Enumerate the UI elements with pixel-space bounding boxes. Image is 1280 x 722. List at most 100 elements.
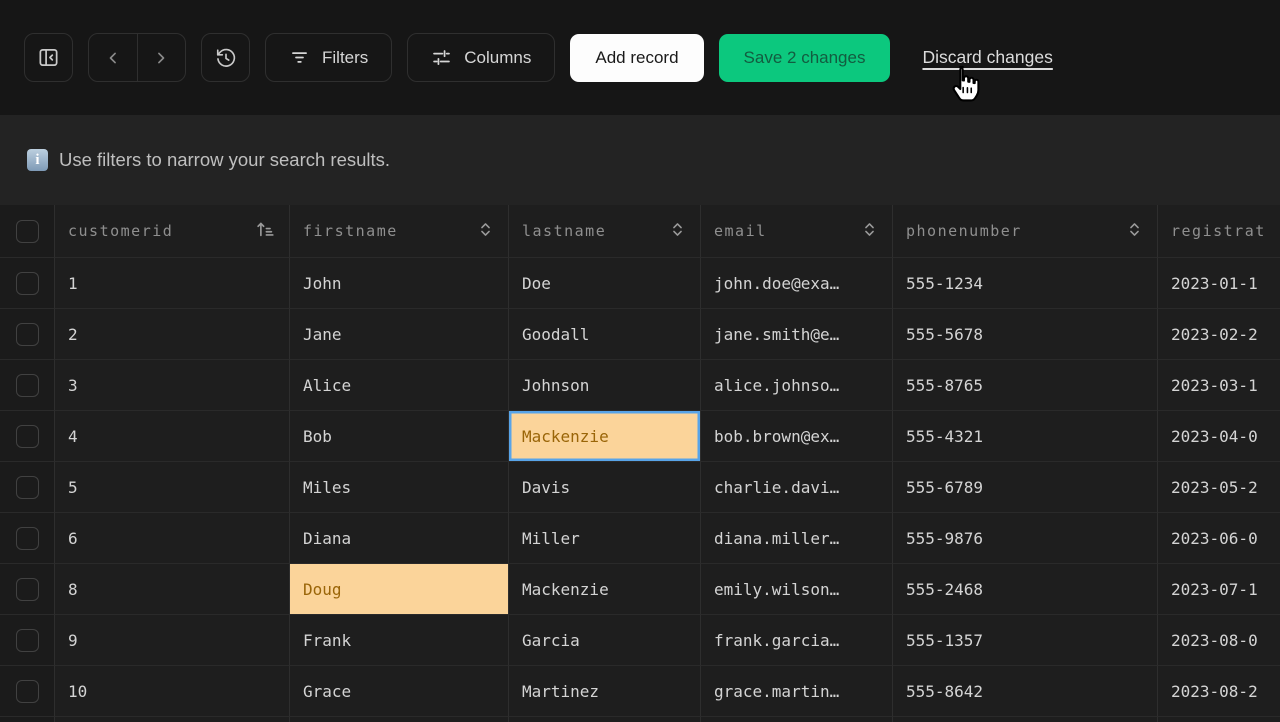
row-9-checkbox-cell bbox=[0, 615, 55, 666]
back-button[interactable] bbox=[89, 34, 138, 81]
cell-email[interactable]: frank.garcia… bbox=[701, 615, 893, 666]
cell-lastname[interactable]: Garcia bbox=[509, 615, 701, 666]
column-header-registrat[interactable]: registrat bbox=[1158, 205, 1280, 258]
cell-lastname[interactable]: Davis bbox=[509, 462, 701, 513]
cell-registrat[interactable]: 2023-05-2 bbox=[1158, 462, 1280, 513]
cell-empty bbox=[55, 717, 290, 722]
row-6-checkbox[interactable] bbox=[16, 527, 39, 550]
query-history-button[interactable] bbox=[201, 33, 250, 82]
cell-customerid[interactable]: 3 bbox=[55, 360, 290, 411]
cell-firstname[interactable]: Alice bbox=[290, 360, 509, 411]
save-changes-button[interactable]: Save 2 changes bbox=[719, 34, 891, 82]
row-3-checkbox[interactable] bbox=[16, 374, 39, 397]
cell-firstname-edited[interactable]: Doug bbox=[290, 564, 509, 615]
add-record-button[interactable]: Add record bbox=[570, 34, 703, 82]
cell-phonenumber[interactable]: 555-1357 bbox=[893, 615, 1158, 666]
row-9-checkbox[interactable] bbox=[16, 629, 39, 652]
cell-phonenumber[interactable]: 555-9876 bbox=[893, 513, 1158, 564]
cell-phonenumber[interactable]: 555-1234 bbox=[893, 258, 1158, 309]
cell-customerid[interactable]: 1 bbox=[55, 258, 290, 309]
cell-customerid[interactable]: 9 bbox=[55, 615, 290, 666]
row-2-checkbox[interactable] bbox=[16, 323, 39, 346]
cell-firstname[interactable]: Bob bbox=[290, 411, 509, 462]
cell-phonenumber[interactable]: 555-4321 bbox=[893, 411, 1158, 462]
row-8-checkbox-cell bbox=[0, 564, 55, 615]
row-5-checkbox[interactable] bbox=[16, 476, 39, 499]
row-10-checkbox[interactable] bbox=[16, 680, 39, 703]
cell-phonenumber[interactable]: 555-6789 bbox=[893, 462, 1158, 513]
cell-firstname[interactable]: Grace bbox=[290, 666, 509, 717]
filters-button-label: Filters bbox=[322, 48, 368, 68]
cell-email[interactable]: diana.miller… bbox=[701, 513, 893, 564]
cell-lastname-edited-selected[interactable]: Mackenzie bbox=[509, 411, 701, 462]
row-1-checkbox[interactable] bbox=[16, 272, 39, 295]
cell-firstname[interactable]: Miles bbox=[290, 462, 509, 513]
cell-lastname[interactable]: Goodall bbox=[509, 309, 701, 360]
cell-phonenumber[interactable]: 555-5678 bbox=[893, 309, 1158, 360]
cell-lastname[interactable]: Mackenzie bbox=[509, 564, 701, 615]
cell-customerid[interactable]: 8 bbox=[55, 564, 290, 615]
cell-phonenumber[interactable]: 555-8765 bbox=[893, 360, 1158, 411]
panel-left-collapse-icon bbox=[37, 46, 60, 69]
cell-customerid[interactable]: 6 bbox=[55, 513, 290, 564]
cell-lastname[interactable]: Martinez bbox=[509, 666, 701, 717]
collapse-sidebar-button[interactable] bbox=[24, 33, 73, 82]
cell-empty bbox=[893, 717, 1158, 722]
chevron-right-icon bbox=[151, 48, 171, 68]
row-4-checkbox[interactable] bbox=[16, 425, 39, 448]
row-5-checkbox-cell bbox=[0, 462, 55, 513]
cell-registrat[interactable]: 2023-07-1 bbox=[1158, 564, 1280, 615]
cell-lastname[interactable]: Johnson bbox=[509, 360, 701, 411]
table-row: 5MilesDavischarlie.davi…555-67892023-05-… bbox=[0, 462, 1280, 513]
cell-firstname[interactable]: Jane bbox=[290, 309, 509, 360]
cell-phonenumber[interactable]: 555-2468 bbox=[893, 564, 1158, 615]
toolbar: Filters Columns Add record Save 2 change… bbox=[0, 0, 1280, 115]
cell-phonenumber[interactable]: 555-8642 bbox=[893, 666, 1158, 717]
partial-checkbox-cell bbox=[0, 717, 55, 722]
column-header-lastname[interactable]: lastname bbox=[509, 205, 701, 258]
row-8-checkbox[interactable] bbox=[16, 578, 39, 601]
cell-customerid[interactable]: 5 bbox=[55, 462, 290, 513]
cell-registrat[interactable]: 2023-02-2 bbox=[1158, 309, 1280, 360]
cell-lastname[interactable]: Doe bbox=[509, 258, 701, 309]
cell-registrat[interactable]: 2023-08-2 bbox=[1158, 666, 1280, 717]
discard-changes-link[interactable]: Discard changes bbox=[922, 47, 1052, 68]
forward-button[interactable] bbox=[138, 34, 186, 81]
table-header-row: customeridfirstname lastname emailphonenum… bbox=[0, 205, 1280, 258]
sliders-icon bbox=[431, 47, 452, 68]
column-header-firstname[interactable]: firstname bbox=[290, 205, 509, 258]
column-header-email[interactable]: email bbox=[701, 205, 893, 258]
cell-empty bbox=[509, 717, 701, 722]
info-banner: i Use filters to narrow your search resu… bbox=[0, 115, 1280, 205]
sort-toggle-icon bbox=[860, 220, 879, 243]
filters-button[interactable]: Filters bbox=[265, 33, 392, 82]
cell-customerid[interactable]: 2 bbox=[55, 309, 290, 360]
header-checkbox[interactable] bbox=[16, 220, 39, 243]
cell-lastname[interactable]: Miller bbox=[509, 513, 701, 564]
cell-registrat[interactable]: 2023-03-1 bbox=[1158, 360, 1280, 411]
cell-email[interactable]: charlie.davi… bbox=[701, 462, 893, 513]
column-header-label: lastname bbox=[522, 222, 606, 240]
cell-email[interactable]: emily.wilson… bbox=[701, 564, 893, 615]
cell-email[interactable]: bob.brown@ex… bbox=[701, 411, 893, 462]
cell-registrat[interactable]: 2023-01-1 bbox=[1158, 258, 1280, 309]
cell-registrat[interactable]: 2023-04-0 bbox=[1158, 411, 1280, 462]
cell-customerid[interactable]: 10 bbox=[55, 666, 290, 717]
cell-email[interactable]: jane.smith@e… bbox=[701, 309, 893, 360]
cell-email[interactable]: john.doe@exa… bbox=[701, 258, 893, 309]
table-row: 9FrankGarciafrank.garcia…555-13572023-08… bbox=[0, 615, 1280, 666]
column-header-customerid[interactable]: customerid bbox=[55, 205, 290, 258]
cell-customerid[interactable]: 4 bbox=[55, 411, 290, 462]
column-header-phonenumber[interactable]: phonenumber bbox=[893, 205, 1158, 258]
cell-firstname[interactable]: Frank bbox=[290, 615, 509, 666]
table-row: 2JaneGoodalljane.smith@e…555-56782023-02… bbox=[0, 309, 1280, 360]
cell-email[interactable]: alice.johnso… bbox=[701, 360, 893, 411]
sort-ascending-icon bbox=[254, 218, 276, 244]
cell-firstname[interactable]: John bbox=[290, 258, 509, 309]
cell-firstname[interactable]: Diana bbox=[290, 513, 509, 564]
cell-email[interactable]: grace.martin… bbox=[701, 666, 893, 717]
table-row: 1JohnDoejohn.doe@exa…555-12342023-01-1 bbox=[0, 258, 1280, 309]
columns-button[interactable]: Columns bbox=[407, 33, 555, 82]
cell-registrat[interactable]: 2023-08-0 bbox=[1158, 615, 1280, 666]
cell-registrat[interactable]: 2023-06-0 bbox=[1158, 513, 1280, 564]
